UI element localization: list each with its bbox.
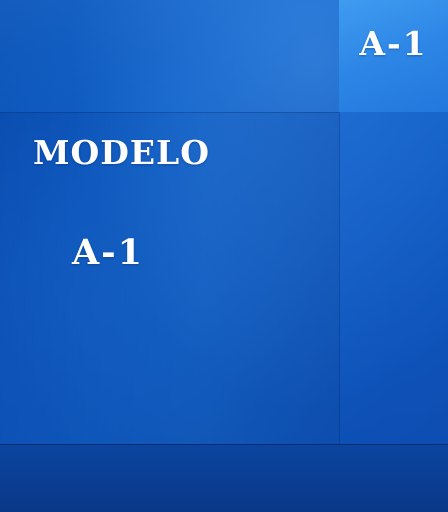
slide-background: A-1 MODELO A-1 [0,0,448,512]
corner-label: A-1 [359,24,428,63]
bottom-band [0,444,448,512]
slide-subtitle: A-1 [72,232,145,273]
top-band [0,0,339,112]
right-column [339,112,448,444]
slide-title: MODELO [33,133,210,172]
